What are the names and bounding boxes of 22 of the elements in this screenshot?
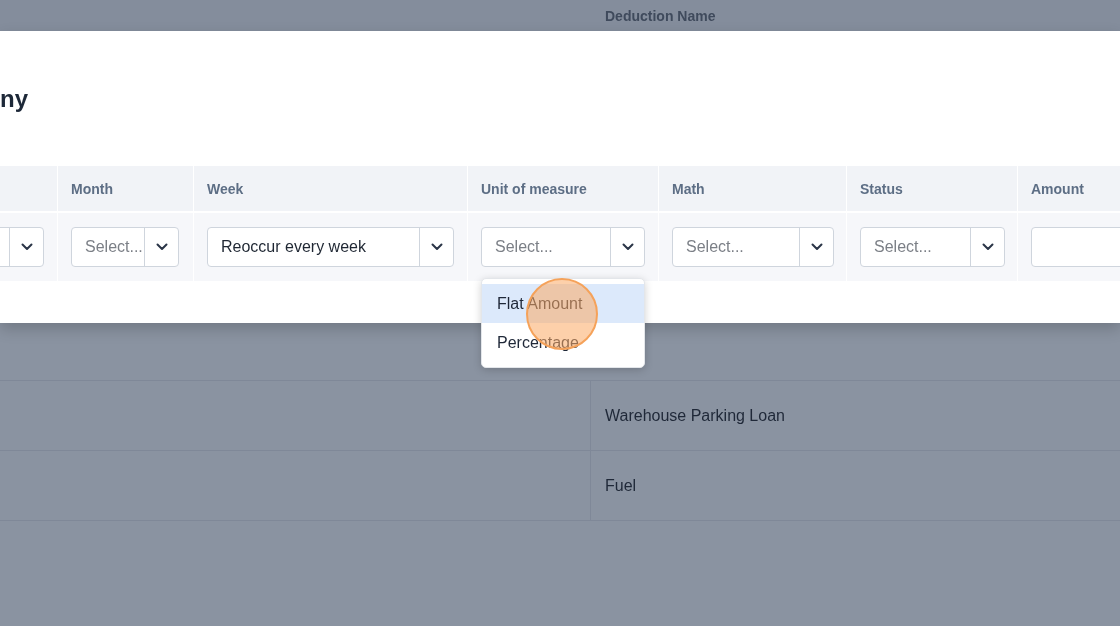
column-header: Unit of measure [468, 166, 659, 211]
select-field[interactable]: Select... [672, 227, 834, 267]
column-header: Week [194, 166, 468, 211]
select-field[interactable]: Reoccur every week [207, 227, 454, 267]
chevron-down-icon [621, 243, 634, 251]
column-header: Status [847, 166, 1018, 211]
chevron-down-icon [155, 243, 168, 251]
table-cell-text: Fuel [604, 476, 638, 495]
column-header: Month [58, 166, 194, 211]
chevron-down-icon [981, 243, 994, 251]
select-field[interactable]: Select... [860, 227, 1005, 267]
select-field[interactable]: Select... [71, 227, 179, 267]
column-header: Math [659, 166, 847, 211]
table-cell-text: Warehouse Parking Loan [604, 406, 786, 425]
column-header: Amount [1018, 166, 1120, 211]
chevron-down-icon [20, 243, 33, 251]
modal-title: ny [0, 84, 28, 113]
column-header: Deduction Name [605, 7, 717, 24]
dropdown-option[interactable]: Flat Amount [482, 284, 644, 323]
chevron-down-icon [810, 243, 823, 251]
chevron-down-icon [430, 243, 443, 251]
select-field[interactable]: Select... [481, 227, 645, 267]
